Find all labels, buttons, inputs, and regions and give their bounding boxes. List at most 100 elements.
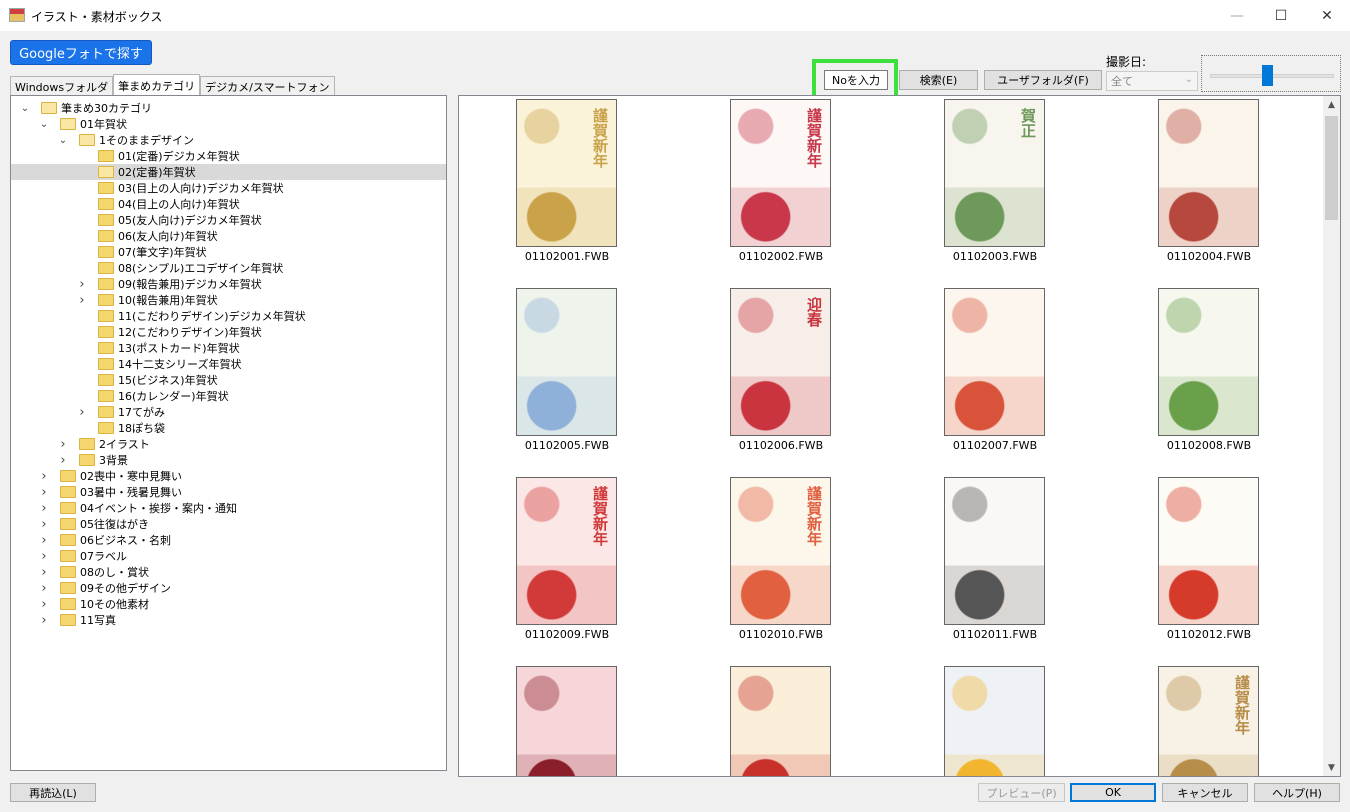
thumbnail-size-slider[interactable]: [1201, 55, 1341, 92]
chevron-right-icon[interactable]: ›: [38, 597, 50, 612]
number-input[interactable]: Noを入力: [824, 70, 888, 90]
card-thumbnail[interactable]: 賀正: [944, 99, 1045, 247]
tree-item[interactable]: 05(友人向け)デジカメ年賀状: [11, 212, 446, 228]
chevron-right-icon[interactable]: ›: [76, 293, 88, 308]
tree-item[interactable]: 04(目上の人向け)年賀状: [11, 196, 446, 212]
close-button[interactable]: ✕: [1304, 0, 1350, 31]
chevron-down-icon[interactable]: ⌄: [38, 119, 50, 130]
chevron-down-icon[interactable]: ⌄: [57, 135, 69, 146]
tree-item[interactable]: 11(こだわりデザイン)デジカメ年賀状: [11, 308, 446, 324]
chevron-right-icon[interactable]: ›: [38, 565, 50, 580]
card-thumbnail[interactable]: [1158, 288, 1259, 436]
chevron-right-icon[interactable]: ›: [38, 485, 50, 500]
tree-item[interactable]: 16(カレンダー)年賀状: [11, 388, 446, 404]
tree-item[interactable]: 14十二支シリーズ年賀状: [11, 356, 446, 372]
tree-item[interactable]: ⌄ 1そのままデザイン: [11, 132, 446, 148]
shooting-date-value: 全て: [1111, 75, 1133, 88]
tree-item[interactable]: 02(定番)年賀状: [11, 164, 446, 180]
card-thumbnail[interactable]: 謹賀新年: [516, 477, 617, 625]
scroll-down-icon[interactable]: ▼: [1323, 759, 1340, 776]
chevron-right-icon[interactable]: ›: [38, 517, 50, 532]
card-thumbnail[interactable]: 謹賀新年: [730, 99, 831, 247]
card-thumbnail[interactable]: [944, 288, 1045, 436]
card-thumbnail[interactable]: [516, 288, 617, 436]
thumbnail-filename: 01102002.FWB: [738, 250, 824, 263]
chevron-right-icon[interactable]: ›: [38, 613, 50, 628]
tree-item[interactable]: 08(シンプル)エコデザイン年賀状: [11, 260, 446, 276]
thumbnail-grid[interactable]: ▲ ▼ 謹賀新年 01102001.FWB 謹賀新年 01102002.FWB 賀正 01…: [458, 95, 1341, 777]
tree-item[interactable]: › 3背景: [11, 452, 446, 468]
chevron-right-icon[interactable]: ›: [76, 405, 88, 420]
reload-button[interactable]: 再読込(L): [10, 783, 96, 802]
tree-item[interactable]: › 03暑中・残暑見舞い: [11, 484, 446, 500]
tree-item-label: 1そのままデザイン: [99, 134, 194, 147]
card-thumbnail[interactable]: [730, 666, 831, 776]
google-photos-button[interactable]: Googleフォトで探す: [10, 40, 152, 65]
folder-icon: [60, 598, 76, 610]
card-thumbnail[interactable]: 謹賀新年: [1158, 666, 1259, 776]
tree-item[interactable]: 06(友人向け)年賀状: [11, 228, 446, 244]
tree-item[interactable]: 07(筆文字)年賀状: [11, 244, 446, 260]
tree-item-label: 10その他素材: [80, 598, 149, 611]
cancel-button[interactable]: キャンセル: [1162, 783, 1248, 802]
tree-item[interactable]: › 17てがみ: [11, 404, 446, 420]
category-tree[interactable]: ⌄ 筆まめ30カテゴリ ⌄ 01年賀状 ⌄ 1そのままデザイン 01(定番)デジカメ年賀状 0…: [10, 95, 447, 771]
tree-item[interactable]: › 2イラスト: [11, 436, 446, 452]
chevron-right-icon[interactable]: ›: [38, 549, 50, 564]
maximize-button[interactable]: ☐: [1258, 0, 1304, 31]
search-button[interactable]: 検索(E): [899, 70, 978, 90]
tree-item[interactable]: 13(ポストカード)年賀状: [11, 340, 446, 356]
card-thumbnail[interactable]: [516, 666, 617, 776]
scroll-thumb[interactable]: [1325, 116, 1338, 220]
tree-item[interactable]: 15(ビジネス)年賀状: [11, 372, 446, 388]
card-thumbnail[interactable]: [1158, 99, 1259, 247]
card-thumbnail[interactable]: 謹賀新年: [516, 99, 617, 247]
shooting-date-select[interactable]: 全て ⌄: [1106, 71, 1198, 91]
slider-thumb[interactable]: [1262, 65, 1273, 86]
chevron-right-icon[interactable]: ›: [38, 501, 50, 516]
tree-item[interactable]: › 11写真: [11, 612, 446, 628]
chevron-right-icon[interactable]: ›: [57, 437, 69, 452]
tree-item[interactable]: › 06ビジネス・名刺: [11, 532, 446, 548]
tree-item-label: 02喪中・寒中見舞い: [80, 470, 182, 483]
chevron-right-icon[interactable]: ›: [38, 581, 50, 596]
tree-item[interactable]: 12(こだわりデザイン)年賀状: [11, 324, 446, 340]
chevron-right-icon[interactable]: ›: [76, 277, 88, 292]
tab-fudemame-category[interactable]: 筆まめカテゴリ: [113, 74, 201, 96]
tree-item[interactable]: › 09(報告兼用)デジカメ年賀状: [11, 276, 446, 292]
tree-item[interactable]: 03(目上の人向け)デジカメ年賀状: [11, 180, 446, 196]
tree-item[interactable]: 18ぽち袋: [11, 420, 446, 436]
tree-item[interactable]: ⌄ 筆まめ30カテゴリ: [11, 100, 446, 116]
user-folder-button[interactable]: ユーザフォルダ(F): [984, 70, 1102, 90]
vertical-scrollbar[interactable]: ▲ ▼: [1323, 96, 1340, 776]
help-button[interactable]: ヘルプ(H): [1254, 783, 1340, 802]
scroll-up-icon[interactable]: ▲: [1323, 96, 1340, 113]
tab-windows-folder[interactable]: Windowsフォルダ: [10, 76, 114, 96]
tree-item[interactable]: ⌄ 01年賀状: [11, 116, 446, 132]
chevron-down-icon[interactable]: ⌄: [19, 103, 31, 114]
tree-item[interactable]: › 08のし・賞状: [11, 564, 446, 580]
chevron-right-icon[interactable]: ›: [57, 453, 69, 468]
tree-item[interactable]: › 10その他素材: [11, 596, 446, 612]
preview-button[interactable]: プレビュー(P): [978, 783, 1065, 802]
card-thumbnail[interactable]: 迎春: [730, 288, 831, 436]
ok-button[interactable]: OK: [1070, 783, 1156, 802]
chevron-right-icon[interactable]: ›: [38, 533, 50, 548]
card-thumbnail[interactable]: [944, 666, 1045, 776]
tree-item[interactable]: › 09その他デザイン: [11, 580, 446, 596]
tree-item[interactable]: › 07ラベル: [11, 548, 446, 564]
tree-item[interactable]: 01(定番)デジカメ年賀状: [11, 148, 446, 164]
tree-item[interactable]: › 10(報告兼用)年賀状: [11, 292, 446, 308]
tree-item[interactable]: › 04イベント・挨拶・案内・通知: [11, 500, 446, 516]
tab-digicam-smartphone[interactable]: デジカメ/スマートフォン: [200, 76, 335, 96]
card-thumbnail[interactable]: [1158, 477, 1259, 625]
card-thumbnail[interactable]: 謹賀新年: [730, 477, 831, 625]
chevron-right-icon[interactable]: ›: [38, 469, 50, 484]
tree-item[interactable]: › 05往復はがき: [11, 516, 446, 532]
tree-item[interactable]: › 02喪中・寒中見舞い: [11, 468, 446, 484]
folder-icon: [98, 326, 114, 338]
minimize-button[interactable]: —: [1214, 0, 1260, 31]
tree-item-label: 08のし・賞状: [80, 566, 149, 579]
tree-item-label: 01年賀状: [80, 118, 127, 131]
card-thumbnail[interactable]: [944, 477, 1045, 625]
